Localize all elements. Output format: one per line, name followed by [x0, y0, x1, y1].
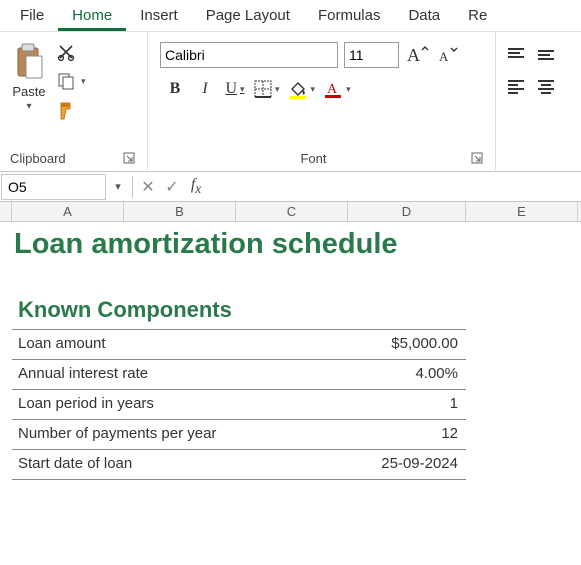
font-color-button[interactable]: A ▾	[319, 76, 355, 102]
italic-button[interactable]: I	[190, 76, 220, 102]
tab-file[interactable]: File	[6, 1, 58, 31]
tab-review[interactable]: Re	[454, 1, 501, 31]
clipboard-launcher[interactable]	[121, 150, 137, 166]
row-value: 1	[348, 390, 466, 419]
svg-text:A: A	[327, 82, 338, 97]
col-header-b[interactable]: B	[124, 202, 236, 221]
borders-icon	[254, 80, 272, 98]
increase-font-button[interactable]: A	[405, 44, 429, 66]
borders-button[interactable]: ▾	[250, 76, 284, 102]
group-clipboard: Paste ▾ ▾	[0, 32, 148, 171]
align-center-button[interactable]	[536, 78, 556, 96]
tab-home[interactable]: Home	[58, 1, 126, 31]
ribbon-tabs: File Home Insert Page Layout Formulas Da…	[0, 0, 581, 32]
name-box[interactable]	[1, 174, 106, 200]
row-label: Loan period in years	[12, 390, 348, 419]
font-size-select[interactable]	[344, 42, 399, 68]
chevron-down-icon: ▾	[311, 84, 316, 95]
paste-button[interactable]: Paste ▾	[10, 40, 48, 122]
col-header-c[interactable]: C	[236, 202, 348, 221]
cut-button[interactable]	[56, 42, 86, 62]
paintbrush-icon	[56, 100, 78, 122]
row-label: Loan amount	[12, 330, 348, 359]
table-row[interactable]: Number of payments per year 12	[12, 420, 466, 450]
formula-input[interactable]	[208, 175, 581, 199]
title-cell[interactable]: Loan amortization schedule	[12, 222, 581, 269]
clipboard-icon	[12, 42, 46, 82]
align-left-button[interactable]	[506, 78, 526, 96]
fill-color-button[interactable]: ▾	[284, 76, 320, 102]
formula-bar: ▾ ✕ ✓ fx	[0, 172, 581, 202]
accept-formula-button[interactable]: ✓	[160, 177, 184, 197]
ribbon: Paste ▾ ▾	[0, 32, 581, 172]
chevron-down-icon: ▾	[275, 84, 280, 95]
col-header-d[interactable]: D	[348, 202, 466, 221]
copy-icon	[56, 71, 76, 91]
tab-formulas[interactable]: Formulas	[304, 1, 395, 31]
align-top-button[interactable]	[506, 46, 526, 64]
group-label-clipboard: Clipboard	[10, 151, 66, 166]
chevron-down-icon: ▾	[346, 84, 351, 95]
font-launcher[interactable]	[469, 150, 485, 166]
insert-function-button[interactable]: fx	[184, 176, 208, 197]
svg-text:A: A	[407, 45, 420, 65]
column-headers: A B C D E	[0, 202, 581, 222]
row-label: Number of payments per year	[12, 420, 348, 449]
underline-button[interactable]: U▾	[220, 76, 250, 102]
tab-page-layout[interactable]: Page Layout	[192, 1, 304, 31]
table-row[interactable]: Loan amount $5,000.00	[12, 330, 466, 360]
chevron-down-icon: ▾	[81, 76, 86, 87]
bold-button[interactable]: B	[160, 76, 190, 102]
sheet-title: Loan amortization schedule	[14, 228, 398, 260]
font-name-select[interactable]	[160, 42, 338, 68]
cancel-formula-button[interactable]: ✕	[136, 177, 160, 197]
chevron-down-icon: ▾	[240, 84, 245, 95]
row-value: 25-09-2024	[348, 450, 466, 479]
font-color-icon: A	[323, 79, 343, 99]
paste-label: Paste	[12, 84, 45, 99]
row-value: $5,000.00	[348, 330, 466, 359]
copy-button[interactable]: ▾	[56, 71, 86, 91]
table-row[interactable]: Annual interest rate 4.00%	[12, 360, 466, 390]
format-painter-button[interactable]	[56, 100, 86, 122]
svg-text:A: A	[439, 49, 449, 64]
table-row[interactable]: Start date of loan 25-09-2024	[12, 450, 466, 480]
scissors-icon	[56, 42, 76, 62]
fill-bucket-icon	[288, 79, 308, 99]
group-font: A A B I U▾ ▾ ▾	[148, 32, 496, 171]
col-header-a[interactable]: A	[12, 202, 124, 221]
col-header-e[interactable]: E	[466, 202, 578, 221]
row-label: Start date of loan	[12, 450, 348, 479]
separator	[132, 176, 133, 198]
row-label: Annual interest rate	[12, 360, 348, 389]
chevron-down-icon: ▾	[26, 101, 31, 112]
table-row[interactable]: Loan period in years 1	[12, 390, 466, 420]
row-value: 12	[348, 420, 466, 449]
group-label-font: Font	[300, 151, 326, 166]
select-all-corner[interactable]	[0, 202, 12, 221]
align-middle-button[interactable]	[536, 46, 556, 64]
group-alignment	[496, 32, 576, 171]
decrease-font-button[interactable]: A	[435, 44, 459, 66]
tab-data[interactable]: Data	[394, 1, 454, 31]
sheet-area[interactable]: Loan amortization schedule Known Compone…	[0, 222, 581, 480]
tab-insert[interactable]: Insert	[126, 1, 192, 31]
row-value: 4.00%	[348, 360, 466, 389]
name-box-dropdown[interactable]: ▾	[107, 180, 129, 193]
sheet-subtitle: Known Components	[18, 297, 232, 322]
subtitle-cell[interactable]: Known Components	[12, 269, 466, 330]
